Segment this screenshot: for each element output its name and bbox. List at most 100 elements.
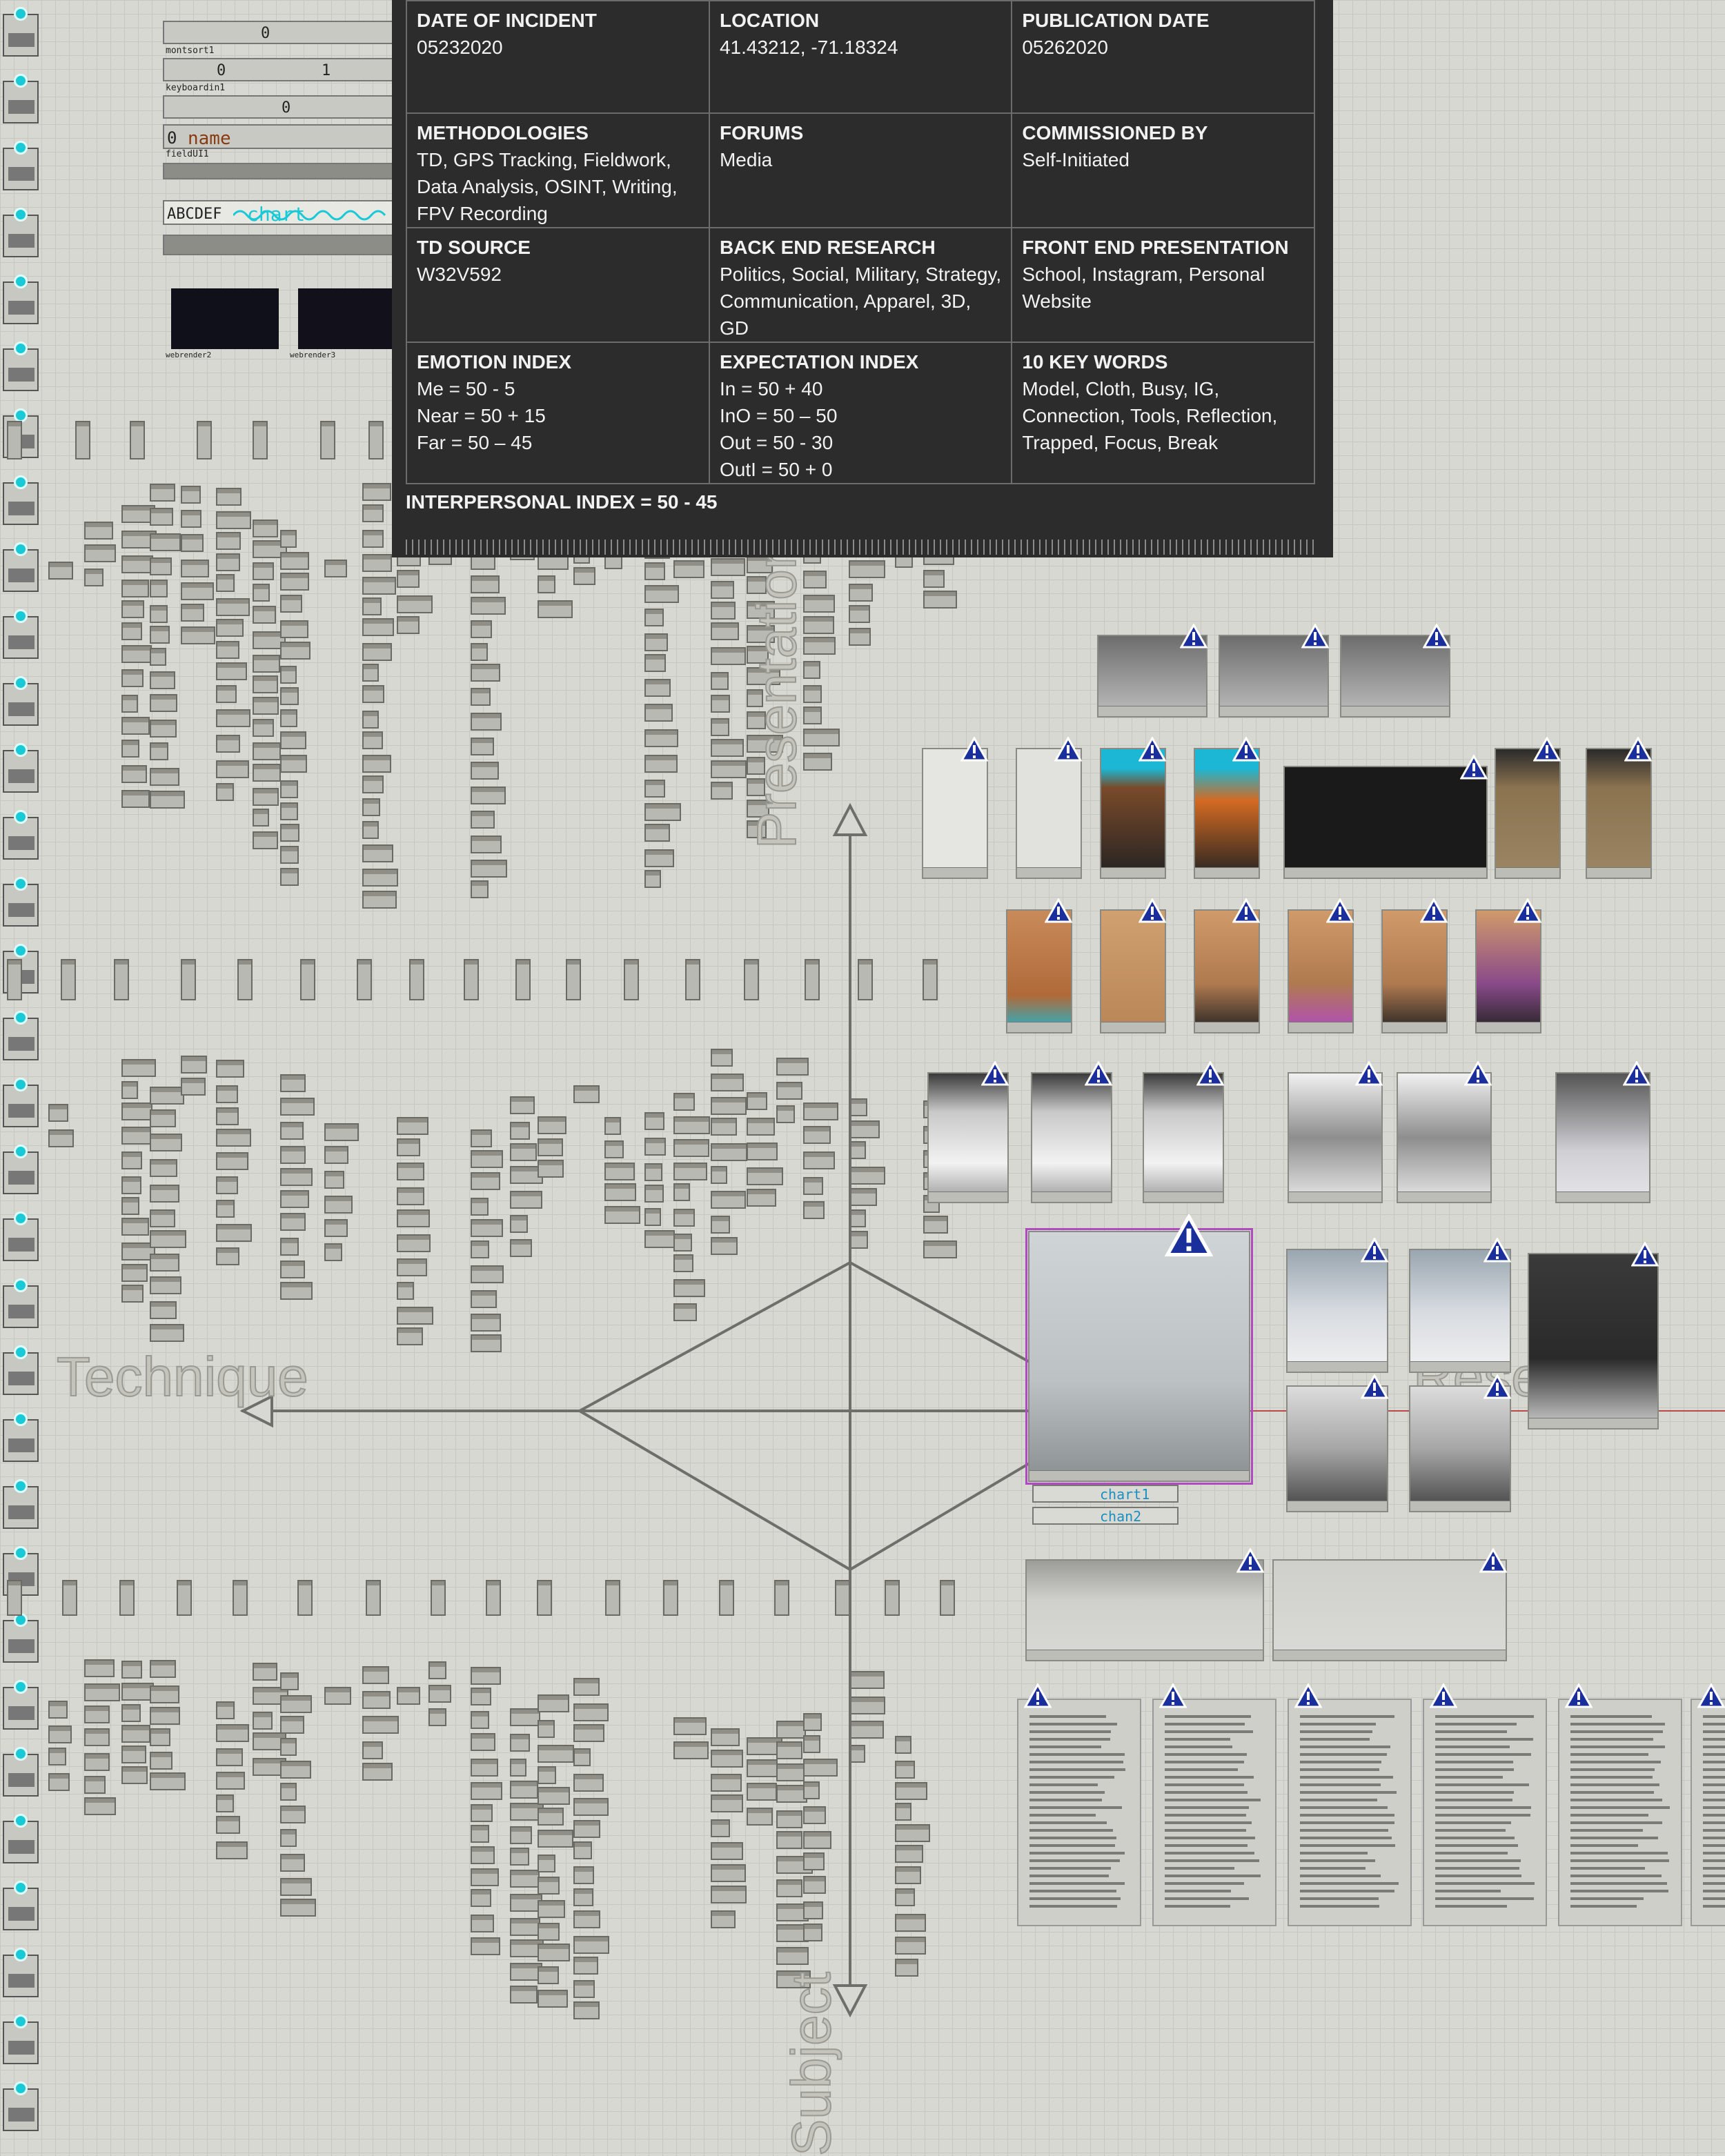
image-tile[interactable] bbox=[922, 748, 988, 879]
text-line bbox=[1570, 1837, 1658, 1839]
document-page-tile[interactable] bbox=[1423, 1699, 1547, 1926]
document-page-tile[interactable] bbox=[1558, 1699, 1682, 1926]
text-line bbox=[1165, 1890, 1231, 1892]
warning-icon[interactable] bbox=[1326, 898, 1354, 923]
warning-icon[interactable] bbox=[1024, 1683, 1052, 1708]
image-tile[interactable] bbox=[1286, 1249, 1388, 1373]
image-tile[interactable] bbox=[1495, 748, 1561, 879]
text-line bbox=[1300, 1837, 1392, 1839]
warning-icon[interactable] bbox=[1697, 1683, 1725, 1708]
warning-icon[interactable] bbox=[1420, 898, 1448, 923]
warning-icon[interactable] bbox=[1623, 1061, 1650, 1086]
warning-icon[interactable] bbox=[1196, 1061, 1224, 1086]
info-cell: EXPECTATION INDEX In = 50 + 40 InO = 50 – … bbox=[708, 342, 1013, 484]
text-line bbox=[1029, 1867, 1111, 1870]
warning-icon[interactable] bbox=[1180, 624, 1208, 649]
image-tile[interactable] bbox=[1288, 1072, 1383, 1203]
info-cell-heading: EXPECTATION INDEX bbox=[719, 351, 919, 373]
warning-icon[interactable] bbox=[1361, 1374, 1388, 1399]
warning-icon[interactable] bbox=[1533, 737, 1561, 762]
image-tile[interactable] bbox=[1288, 909, 1354, 1034]
image-tile[interactable] bbox=[1286, 1385, 1388, 1512]
tile-caption-bar bbox=[1587, 867, 1650, 878]
document-page-tile[interactable] bbox=[1017, 1699, 1141, 1926]
document-page-tile[interactable] bbox=[1152, 1699, 1276, 1926]
text-line bbox=[1435, 1761, 1513, 1763]
document-page-tile[interactable] bbox=[1690, 1699, 1725, 1926]
warning-icon[interactable] bbox=[1165, 1214, 1213, 1257]
image-tile[interactable] bbox=[1006, 909, 1072, 1034]
warning-icon[interactable] bbox=[1460, 755, 1488, 780]
warning-icon[interactable] bbox=[1301, 624, 1329, 649]
image-tile[interactable] bbox=[1025, 1559, 1264, 1661]
warning-icon[interactable] bbox=[1483, 1238, 1511, 1263]
info-cell: BACK END RESEARCH Politics, Social, Milit… bbox=[708, 227, 1013, 343]
image-tile[interactable] bbox=[1283, 766, 1488, 879]
info-cell-line: Far = 50 – 45 bbox=[417, 432, 533, 453]
image-tile[interactable] bbox=[1409, 1385, 1511, 1512]
warning-icon[interactable] bbox=[1232, 737, 1260, 762]
warning-icon[interactable] bbox=[981, 1061, 1009, 1086]
text-line bbox=[1029, 1799, 1102, 1801]
text-line bbox=[1703, 1753, 1725, 1756]
warning-icon[interactable] bbox=[1236, 1548, 1264, 1573]
image-tile[interactable] bbox=[927, 1072, 1009, 1203]
warning-icon[interactable] bbox=[1514, 898, 1541, 923]
image-tile[interactable] bbox=[1555, 1072, 1650, 1203]
image-tile[interactable] bbox=[1397, 1072, 1492, 1203]
image-tile[interactable] bbox=[1475, 909, 1541, 1034]
text-line bbox=[1300, 1806, 1388, 1809]
warning-icon[interactable] bbox=[1294, 1683, 1322, 1708]
warning-icon[interactable] bbox=[1159, 1683, 1187, 1708]
text-line bbox=[1703, 1738, 1725, 1741]
text-line bbox=[1703, 1897, 1725, 1900]
warning-icon[interactable] bbox=[1054, 737, 1082, 762]
text-line bbox=[1300, 1738, 1370, 1741]
warning-icon[interactable] bbox=[1232, 898, 1260, 923]
warning-icon[interactable] bbox=[1483, 1374, 1511, 1399]
channel-widget[interactable]: chart1 bbox=[1032, 1485, 1179, 1503]
text-line bbox=[1435, 1791, 1514, 1794]
warning-icon[interactable] bbox=[1631, 1242, 1659, 1267]
text-line bbox=[1435, 1867, 1519, 1870]
text-line bbox=[1165, 1897, 1249, 1900]
text-line bbox=[1029, 1738, 1110, 1741]
document-page-tile[interactable] bbox=[1288, 1699, 1412, 1926]
warning-icon[interactable] bbox=[1565, 1683, 1593, 1708]
tile-caption-bar bbox=[1098, 706, 1206, 716]
text-line bbox=[1435, 1723, 1517, 1725]
warning-icon[interactable] bbox=[1355, 1061, 1383, 1086]
warning-icon[interactable] bbox=[1479, 1548, 1507, 1573]
image-tile[interactable] bbox=[1586, 748, 1652, 879]
image-tile[interactable] bbox=[1100, 909, 1166, 1034]
channel-label: chan2 bbox=[1100, 1508, 1142, 1525]
warning-icon[interactable] bbox=[1430, 1683, 1457, 1708]
image-tile[interactable] bbox=[1100, 748, 1166, 879]
warning-icon[interactable] bbox=[1464, 1061, 1492, 1086]
warning-icon[interactable] bbox=[1361, 1238, 1388, 1263]
info-cell: LOCATION 41.43212, -71.18324 bbox=[708, 0, 1013, 114]
text-line bbox=[1300, 1852, 1368, 1855]
warning-icon[interactable] bbox=[1624, 737, 1652, 762]
warning-icon[interactable] bbox=[1138, 737, 1166, 762]
text-line bbox=[1435, 1753, 1531, 1756]
channel-widget[interactable]: chan2 bbox=[1032, 1507, 1179, 1525]
image-tile[interactable] bbox=[1381, 909, 1448, 1034]
image-tile[interactable] bbox=[1409, 1249, 1511, 1373]
image-tile[interactable] bbox=[1031, 1072, 1112, 1203]
image-tile[interactable] bbox=[1016, 748, 1082, 879]
image-tile[interactable] bbox=[1272, 1559, 1507, 1661]
image-tile[interactable] bbox=[1528, 1253, 1659, 1430]
warning-icon[interactable] bbox=[960, 737, 988, 762]
image-tile[interactable] bbox=[1194, 748, 1260, 879]
tile-caption-bar bbox=[1289, 1022, 1352, 1032]
warning-icon[interactable] bbox=[1138, 898, 1166, 923]
warning-icon[interactable] bbox=[1423, 624, 1450, 649]
image-tile[interactable] bbox=[1143, 1072, 1224, 1203]
image-tile[interactable] bbox=[1194, 909, 1260, 1034]
warning-icon[interactable] bbox=[1085, 1061, 1112, 1086]
warning-icon[interactable] bbox=[1045, 898, 1072, 923]
text-line bbox=[1165, 1715, 1251, 1718]
network-editor-canvas[interactable]: 0 montsort1 0 1 keyboardin1 0 0 name fie… bbox=[0, 0, 1725, 2156]
text-line bbox=[1029, 1814, 1096, 1817]
